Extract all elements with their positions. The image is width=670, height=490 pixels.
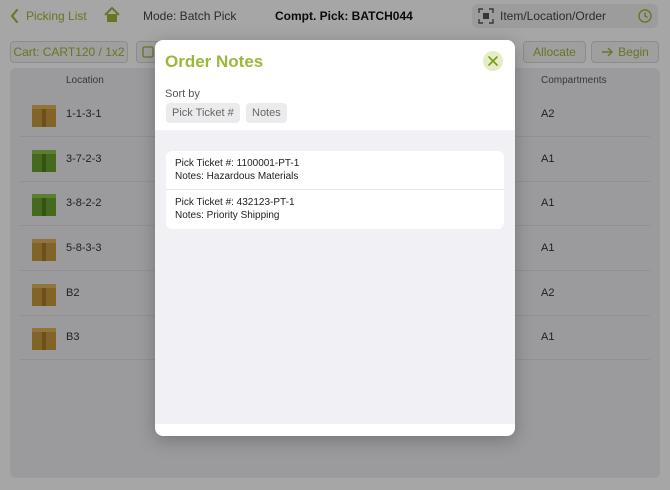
close-button[interactable]	[483, 51, 503, 71]
notes-list-area: Pick Ticket #: 1100001-PT-1 Notes: Hazar…	[155, 130, 515, 424]
modal-title: Order Notes	[165, 52, 264, 71]
sort-label: Sort by	[165, 88, 200, 100]
note-text: Notes: Hazardous Materials	[175, 171, 299, 182]
order-notes-modal: Order Notes Sort by Pick Ticket # Notes …	[155, 40, 515, 436]
note-text: Notes: Priority Shipping	[175, 210, 280, 221]
sort-by-notes-button[interactable]: Notes	[246, 103, 287, 123]
list-item[interactable]: Pick Ticket #: 1100001-PT-1 Notes: Hazar…	[166, 151, 504, 190]
list-item[interactable]: Pick Ticket #: 432123-PT-1 Notes: Priori…	[166, 190, 504, 229]
pick-ticket-text: Pick Ticket #: 1100001-PT-1	[175, 158, 300, 169]
pick-ticket-text: Pick Ticket #: 432123-PT-1	[175, 197, 295, 208]
sort-by-pick-ticket-button[interactable]: Pick Ticket #	[166, 103, 240, 123]
notes-list: Pick Ticket #: 1100001-PT-1 Notes: Hazar…	[166, 151, 504, 229]
close-icon	[488, 56, 498, 66]
